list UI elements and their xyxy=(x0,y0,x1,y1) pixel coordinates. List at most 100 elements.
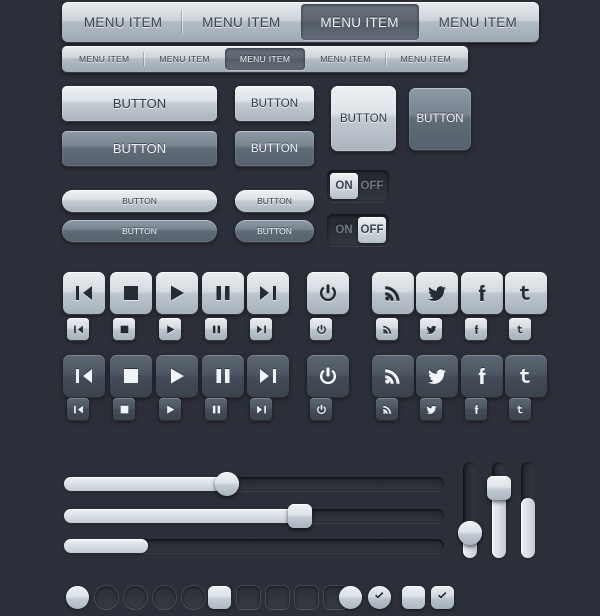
stop-icon[interactable] xyxy=(110,272,152,314)
large-light-button[interactable]: BUTTON xyxy=(62,86,217,121)
toggle-segment-off[interactable]: OFF xyxy=(358,217,386,243)
checkmark-icon xyxy=(373,589,386,607)
pause-icon[interactable] xyxy=(205,318,227,340)
stop-icon[interactable] xyxy=(113,318,135,340)
pill-light-button[interactable]: BUTTON xyxy=(62,190,217,212)
menu-item-label: MENU ITEM xyxy=(202,14,281,30)
fast-forward-icon[interactable] xyxy=(247,272,289,314)
rss-icon[interactable] xyxy=(372,355,414,397)
twitter-t-icon[interactable] xyxy=(509,318,531,340)
rss-icon[interactable] xyxy=(372,272,414,314)
secondary-menu-item-2[interactable]: MENU ITEM xyxy=(144,48,224,70)
secondary-menu-item-1[interactable]: MENU ITEM xyxy=(64,48,144,70)
checkbox-empty-3[interactable] xyxy=(295,586,318,609)
slider-handle[interactable] xyxy=(458,521,482,546)
small-pill-dark-button[interactable]: BUTTON xyxy=(235,220,314,242)
slider-handle[interactable] xyxy=(215,472,240,496)
medium-dark-button[interactable]: BUTTON xyxy=(235,131,314,166)
pause-icon[interactable] xyxy=(205,398,227,420)
checkmark-icon xyxy=(436,589,449,607)
slider-handle[interactable] xyxy=(487,475,511,500)
checkbox-empty-2[interactable] xyxy=(266,586,289,609)
radio-selected[interactable] xyxy=(66,586,89,609)
checkbox-empty-1[interactable] xyxy=(237,586,260,609)
slider-fill xyxy=(64,539,148,553)
toggle-switch-on[interactable]: ON OFF xyxy=(327,170,389,202)
vslider-round-handle[interactable] xyxy=(458,462,482,558)
primary-menu-item-3[interactable]: MENU ITEM xyxy=(300,4,419,40)
fast-forward-icon[interactable] xyxy=(250,318,272,340)
fast-forward-icon[interactable] xyxy=(247,355,289,397)
square-dark-button[interactable]: BUTTON xyxy=(409,88,471,150)
medium-light-button[interactable]: BUTTON xyxy=(235,86,314,121)
twitter-t-icon[interactable] xyxy=(505,355,547,397)
slider-round-handle[interactable] xyxy=(64,472,444,496)
menu-item-label: MENU ITEM xyxy=(320,14,399,30)
secondary-menu-item-5[interactable]: MENU ITEM xyxy=(385,48,466,70)
square-light-button[interactable]: BUTTON xyxy=(331,86,396,151)
twitter-t-icon[interactable] xyxy=(505,272,547,314)
progress-bar[interactable] xyxy=(64,539,444,553)
slider-fill xyxy=(64,509,300,523)
pill-dark-button[interactable]: BUTTON xyxy=(62,220,217,242)
checkbox-selected[interactable] xyxy=(208,586,231,609)
play-icon[interactable] xyxy=(156,272,198,314)
radio-empty-4[interactable] xyxy=(182,586,205,609)
rss-icon[interactable] xyxy=(376,318,398,340)
menu-item-label: MENU ITEM xyxy=(320,54,371,64)
twitter-t-icon[interactable] xyxy=(509,398,531,420)
play-icon[interactable] xyxy=(159,318,181,340)
primary-menu-item-2[interactable]: MENU ITEM xyxy=(182,4,300,40)
rewind-icon[interactable] xyxy=(67,398,89,420)
primary-menu-item-1[interactable]: MENU ITEM xyxy=(64,4,182,40)
toggle-segment-off[interactable]: OFF xyxy=(358,173,386,199)
facebook-icon[interactable] xyxy=(465,398,487,420)
radio-empty-3[interactable] xyxy=(153,586,176,609)
large-dark-button[interactable]: BUTTON xyxy=(62,131,217,166)
slider-square-handle[interactable] xyxy=(64,504,444,528)
checkbox-filled-light[interactable] xyxy=(402,586,425,609)
power-icon[interactable] xyxy=(310,318,332,340)
play-icon[interactable] xyxy=(156,355,198,397)
ui-kit-canvas: MENU ITEM MENU ITEM MENU ITEM MENU ITEM MEN… xyxy=(0,0,600,616)
facebook-icon[interactable] xyxy=(465,318,487,340)
power-icon[interactable] xyxy=(307,355,349,397)
fast-forward-icon[interactable] xyxy=(250,398,272,420)
twitter-bird-icon[interactable] xyxy=(416,355,458,397)
twitter-bird-icon[interactable] xyxy=(420,398,442,420)
pause-icon[interactable] xyxy=(202,272,244,314)
twitter-bird-icon[interactable] xyxy=(420,318,442,340)
radio-empty-2[interactable] xyxy=(124,586,147,609)
pause-icon[interactable] xyxy=(202,355,244,397)
power-icon[interactable] xyxy=(307,272,349,314)
toggle-switch-off[interactable]: ON OFF xyxy=(327,214,389,246)
power-icon[interactable] xyxy=(310,398,332,420)
facebook-icon[interactable] xyxy=(461,272,503,314)
radio-empty-1[interactable] xyxy=(95,586,118,609)
primary-menu-item-4[interactable]: MENU ITEM xyxy=(419,4,537,40)
toggle-segment-on[interactable]: ON xyxy=(330,173,358,199)
vprogress-bar[interactable] xyxy=(521,462,535,558)
vslider-square-handle[interactable] xyxy=(487,462,511,558)
play-icon[interactable] xyxy=(159,398,181,420)
facebook-icon[interactable] xyxy=(461,355,503,397)
rss-icon[interactable] xyxy=(376,398,398,420)
menu-item-label: MENU ITEM xyxy=(79,54,130,64)
radio-filled-light[interactable] xyxy=(339,586,362,609)
secondary-menu-item-3[interactable]: MENU ITEM xyxy=(224,48,306,70)
stop-icon[interactable] xyxy=(113,398,135,420)
checkbox-checkmark[interactable] xyxy=(431,586,454,609)
stop-icon[interactable] xyxy=(110,355,152,397)
secondary-menu-item-4[interactable]: MENU ITEM xyxy=(305,48,385,70)
rewind-icon[interactable] xyxy=(63,272,105,314)
menu-item-label: MENU ITEM xyxy=(239,54,291,64)
menu-item-label: MENU ITEM xyxy=(400,54,452,64)
rewind-icon[interactable] xyxy=(67,318,89,340)
twitter-bird-icon[interactable] xyxy=(416,272,458,314)
slider-fill xyxy=(64,477,228,491)
slider-handle[interactable] xyxy=(287,504,312,528)
toggle-segment-on[interactable]: ON xyxy=(330,217,358,243)
rewind-icon[interactable] xyxy=(63,355,105,397)
radio-checkmark[interactable] xyxy=(368,586,391,609)
small-pill-light-button[interactable]: BUTTON xyxy=(235,190,314,212)
